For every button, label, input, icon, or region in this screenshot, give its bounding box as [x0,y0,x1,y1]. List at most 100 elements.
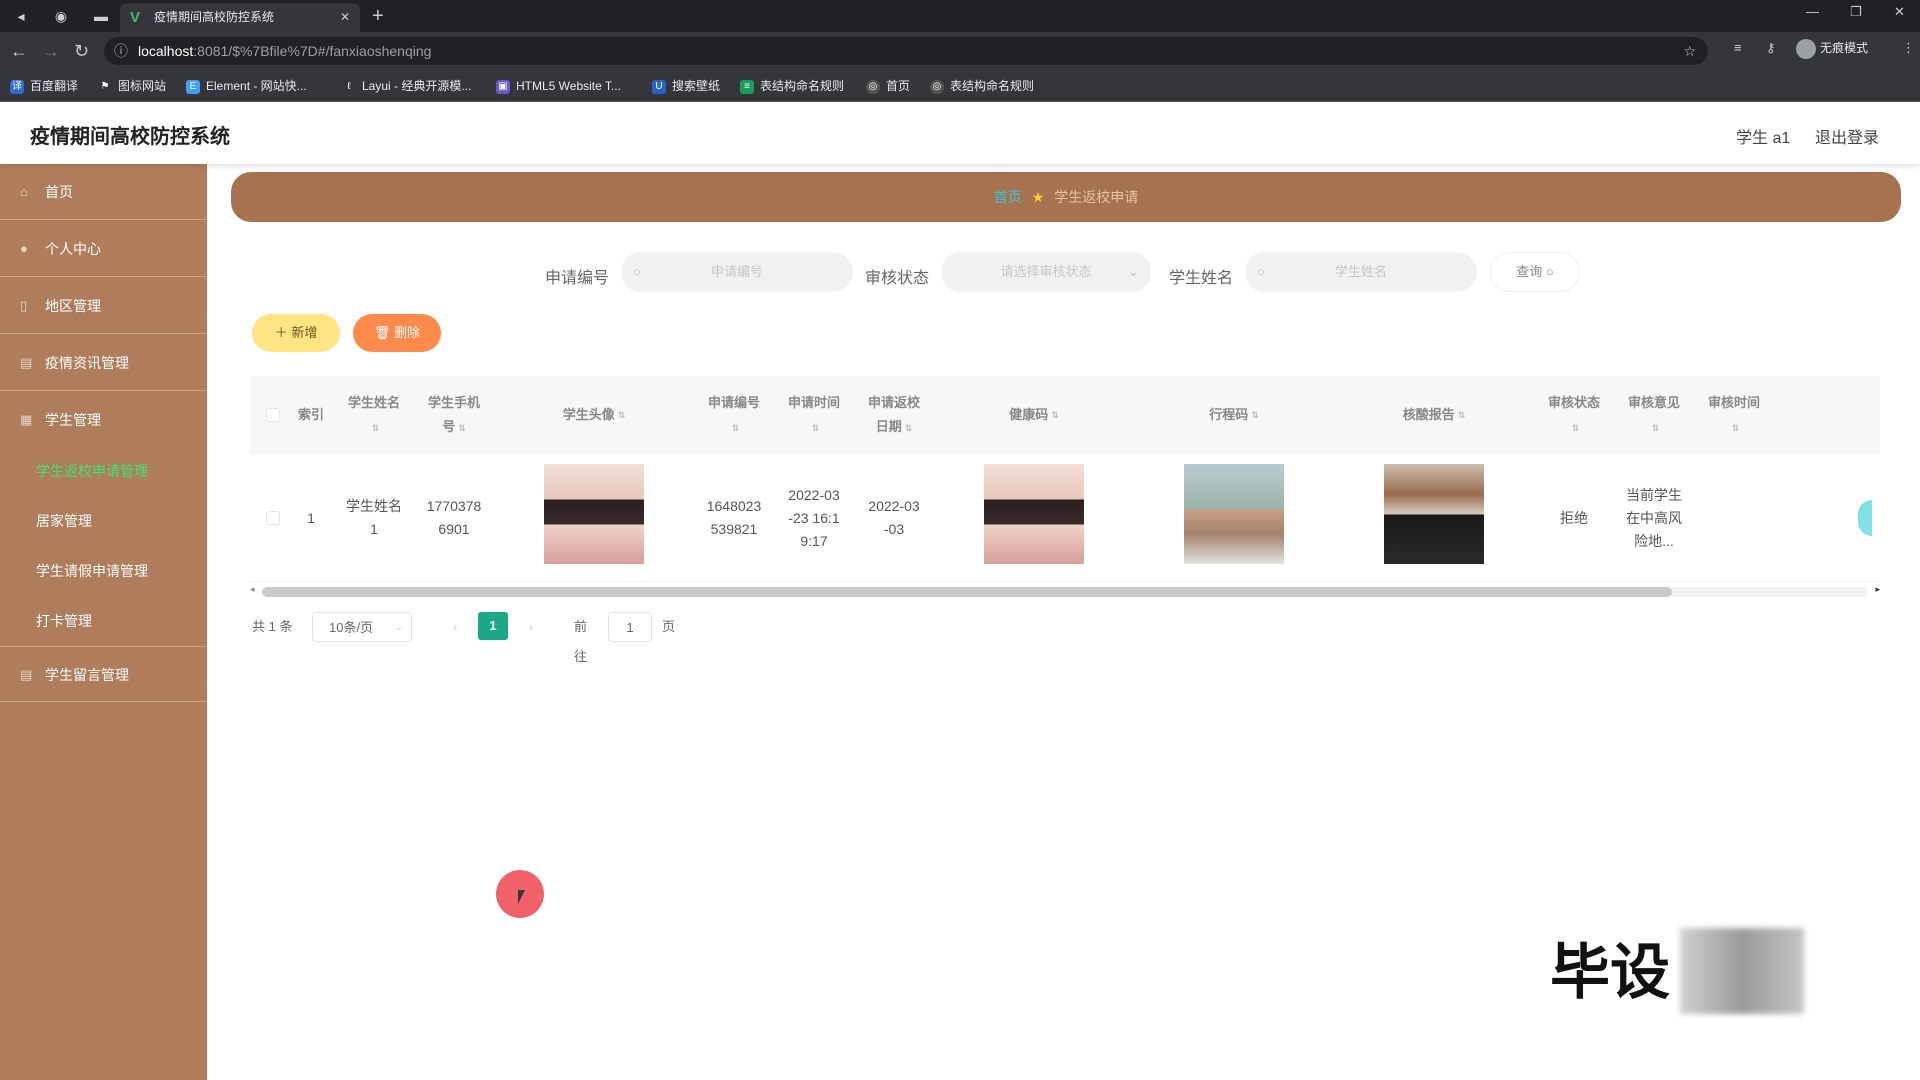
sort-icon[interactable]: ⇅ [1652,416,1660,440]
prev-page-icon[interactable]: ‹ [442,612,468,642]
sort-icon[interactable]: ⇅ [458,416,466,440]
back-icon[interactable]: ← [10,41,28,61]
col-health-code[interactable]: 健康码 ⇅ [934,376,1134,454]
student-name-label: 学生姓名 [1169,270,1234,287]
data-table: 索引 学生姓名 ⇅ 学生手机号 ⇅ 学生头像 ⇅ 申请编号 ⇅ 申请时间 ⇅ 申请返校 日期… [250,376,1880,582]
chrome-icon[interactable]: ◉ [50,6,72,26]
col-trip-code[interactable]: 行程码 ⇅ [1134,376,1334,454]
sort-icon[interactable]: ⇅ [1572,416,1580,440]
incognito-profile[interactable]: 无痕模式 [1796,39,1868,59]
sort-icon[interactable]: ⇅ [1458,403,1466,427]
goto-page-input[interactable]: 1 [608,612,652,642]
menu-icon[interactable]: ⋮ [1902,40,1915,56]
sort-icon[interactable]: ⇅ [1251,403,1259,427]
bookmark-item[interactable]: ◎ 首页 [866,77,910,95]
sidebar-item-news[interactable]: ▤ 疫情资讯管理 [0,335,207,391]
student-name-input[interactable]: ○ 学生姓名 [1245,252,1477,292]
sort-icon[interactable]: ⇅ [732,416,740,440]
table-header: 索引 学生姓名 ⇅ 学生手机号 ⇅ 学生头像 ⇅ 申请编号 ⇅ 申请时间 ⇅ 申请返校 日期… [250,376,1880,454]
trip-code-image[interactable] [1184,464,1284,564]
restore-icon[interactable]: ❐ [1850,4,1862,20]
mouse-cursor-highlight [496,870,544,918]
bookmark-star-icon[interactable]: ☆ [1683,37,1696,65]
sidebar-item-students[interactable]: ▦ 学生管理 [0,392,207,448]
sort-icon[interactable]: ⇅ [812,416,820,440]
current-page[interactable]: 1 [478,612,508,640]
search-icon: ○ [1545,264,1554,279]
sidebar-sub-home-quarantine[interactable]: 居家管理 [0,496,207,546]
status-select[interactable]: 请选择审核状态 ⌄ [941,252,1151,292]
tab-search-icon[interactable]: ◂ [10,6,32,26]
col-apply-time[interactable]: 申请时间 ⇅ [774,376,854,454]
scrollbar-thumb[interactable] [262,587,1672,597]
col-name[interactable]: 学生姓名 ⇅ [334,376,414,454]
bookmark-item[interactable]: 译百度翻译 [10,77,78,95]
sidebar-item-messages[interactable]: ▤ 学生留言管理 [0,646,207,702]
col-apply-no[interactable]: 申请编号 ⇅ [694,376,774,454]
bookmark-item[interactable]: ◎ 表结构命名规则 [930,77,1034,95]
region-icon: ▯ [20,298,28,313]
sort-icon[interactable]: ⇅ [1732,416,1740,440]
reload-icon[interactable]: ↻ [74,41,89,61]
bookmark-item[interactable]: E Element - 网站快... [186,77,307,95]
row-checkbox[interactable] [258,454,288,582]
close-window-icon[interactable]: ✕ [1894,4,1905,20]
scroll-left-icon[interactable]: ◂ [250,584,255,595]
col-avatar[interactable]: 学生头像 ⇅ [494,376,694,454]
bookmark-item[interactable]: ⚑ 图标网站 [98,77,167,95]
health-code-image[interactable] [984,464,1084,564]
sort-icon[interactable]: ⇅ [618,403,626,427]
row-action-button[interactable] [1850,454,1880,582]
new-tab-icon[interactable]: + [372,4,384,28]
window-icon[interactable]: ▬ [90,6,112,26]
sidebar-item-region[interactable]: ▯ 地区管理 [0,278,207,334]
watermark-text: 毕设 [1550,939,1670,1006]
sidebar-item-home[interactable]: ⌂ 首页 [0,164,207,220]
delete-button[interactable]: 🗑 删除 [353,314,441,352]
bookmark-item[interactable]: ≡ 表结构命名规则 [740,77,844,95]
col-status[interactable]: 审核状态 ⇅ [1534,376,1614,454]
goto-label: 前往 [574,619,588,664]
sidebar-sub-checkin[interactable]: 打卡管理 [0,596,207,646]
bookmark-item[interactable]: ▣ HTML5 Website T... [496,77,621,95]
col-return-date[interactable]: 申请返校 日期 ⇅ [854,376,934,454]
logout-link[interactable]: 退出登录 [1815,124,1879,148]
sidebar-item-profile[interactable]: ● 个人中心 [0,221,207,277]
nat-report-image[interactable] [1384,464,1484,564]
breadcrumb-home[interactable]: 首页 [994,189,1022,205]
apply-no-label: 申请编号 [545,270,610,287]
sort-icon[interactable]: ⇅ [372,416,380,440]
cell-index: 1 [307,509,315,526]
apply-no-input[interactable]: ○ 申请编号 [621,252,853,292]
sidebar-sub-leave-apply[interactable]: 学生请假申请管理 [0,546,207,596]
horizontal-scrollbar[interactable]: ◂ ▸ [250,584,1880,598]
col-opinion[interactable]: 审核意见 ⇅ [1614,376,1694,454]
sort-icon[interactable]: ⇅ [905,416,913,440]
page-size-select[interactable]: 10条/页 ⌄ [312,612,412,642]
address-bar[interactable]: ⓘ localhost:8081/$%7Bfile%7D#/fanxiaoshe… [104,37,1708,65]
close-tab-icon[interactable]: ✕ [340,3,350,32]
col-nat-report[interactable]: 核酸报告 ⇅ [1334,376,1534,454]
bookmark-item[interactable]: U 搜索壁纸 [652,77,720,95]
next-page-icon[interactable]: › [518,612,544,642]
student-avatar-image[interactable] [544,464,644,564]
current-user[interactable]: 学生 a1 [1736,124,1790,148]
minimize-icon[interactable]: — [1806,4,1819,19]
select-all-checkbox[interactable] [258,376,288,454]
col-review-time[interactable]: 审核时间 ⇅ [1694,376,1774,454]
add-button[interactable]: ＋ 新增 [252,314,340,352]
scroll-right-icon[interactable]: ▸ [1875,584,1880,595]
tab-search-icon-right[interactable]: ≡ [1734,40,1742,55]
query-button[interactable]: 查询 ○ [1490,252,1580,292]
col-phone[interactable]: 学生手机号 ⇅ [414,376,494,454]
sort-icon[interactable]: ⇅ [1051,403,1059,427]
trash-icon: 🗑 [373,325,391,340]
forward-icon[interactable]: → [42,41,60,61]
browser-tab[interactable]: V 疫情期间高校防控系统 ✕ [120,3,360,32]
sidebar: ⌂ 首页 ● 个人中心 ▯ 地区管理 ▤ 疫情资讯管理 ▦ 学生管理 学生返校申请管理 居… [0,164,207,1080]
site-info-icon[interactable]: ⓘ [114,37,128,65]
table-row[interactable]: 1 学生姓名 1 1770378 6901 1648023 539821 2022-0… [250,454,1880,582]
sidebar-sub-return-apply[interactable]: 学生返校申请管理 [0,446,207,496]
bookmark-item[interactable]: ℓ Layui - 经典开源模... [342,77,471,95]
key-icon[interactable]: ⚷ [1766,40,1776,56]
